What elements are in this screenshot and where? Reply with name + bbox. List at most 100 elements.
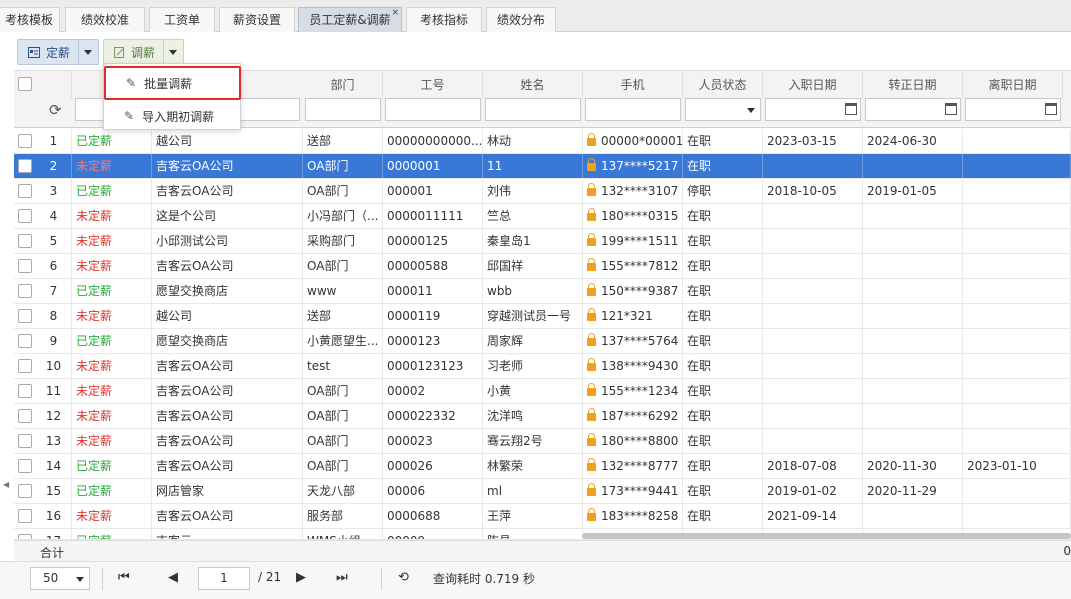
calendar-icon[interactable] [845,103,857,115]
tab-performance-distribution[interactable]: 绩效分布 [486,7,556,32]
empno-cell: 0000011111 [383,204,483,228]
table-row[interactable]: 15 已定薪 网店管家 天龙八部 00006 ml 173****9441 在职 2019-01… [14,479,1071,504]
row-checkbox[interactable] [18,409,32,423]
table-row[interactable]: 2 未定薪 吉客云OA公司 OA部门 0000001 11 137****5217 在职 [14,154,1071,179]
tab-salary-adjust[interactable]: 员工定薪&调薪 × [298,7,402,32]
filter-leave-date[interactable] [965,98,1061,121]
row-checkbox[interactable] [18,234,32,248]
row-checkbox[interactable] [18,334,32,348]
table-row[interactable]: 1 已定薪 越公司 送部 00000000000... 林动 00000*00001 在职 20… [14,129,1071,154]
table-row[interactable]: 3 已定薪 吉客云OA公司 OA部门 000001 刘伟 132****3107 停职 2018… [14,179,1071,204]
table-row[interactable]: 8 未定薪 越公司 送部 0000119 穿越测试员一号 121*321 在职 [14,304,1071,329]
row-index-cell: 15 [36,479,72,503]
table-row[interactable]: 6 未定薪 吉客云OA公司 OA部门 00000588 邱国祥 155****7812 在职 [14,254,1071,279]
col-leave-header[interactable]: 离职日期 [963,71,1063,99]
row-checkbox[interactable] [18,384,32,398]
set-salary-main[interactable]: 定薪 [18,40,78,64]
row-checkbox[interactable] [18,259,32,273]
table-row[interactable]: 13 未定薪 吉客云OA公司 OA部门 000023 骞云翔2号 180****8800 在职 [14,429,1071,454]
calendar-icon[interactable] [945,103,957,115]
horizontal-scrollbar[interactable] [582,533,1071,539]
table-row[interactable]: 11 未定薪 吉客云OA公司 OA部门 00002 小黄 155****1234 在职 [14,379,1071,404]
row-checkbox[interactable] [18,209,32,223]
collapse-handle-icon[interactable]: ◀ [3,480,9,489]
page-number-input[interactable]: 1 [198,567,250,590]
col-empno-header[interactable]: 工号 [383,71,483,99]
company-cell: 吉客云OA公司 [152,379,303,403]
filter-dept-input[interactable] [305,98,381,121]
batch-adjust-menu-item[interactable]: ✎ 批量调薪 [104,66,241,100]
adjust-salary-main[interactable]: 调薪 [104,40,163,64]
tab-assessment-indicators[interactable]: 考核指标 [406,7,482,32]
row-checkbox[interactable] [18,459,32,473]
hire-date-cell: 2018-07-08 [763,454,863,478]
filter-empno-input[interactable] [385,98,481,121]
hire-date-cell [763,354,863,378]
tab-performance-calibration[interactable]: 绩效校准 [65,7,145,32]
set-salary-dropdown[interactable] [78,40,96,64]
row-checkbox[interactable] [18,184,32,198]
tab-salary-settings[interactable]: 薪资设置 [219,7,295,32]
last-page-icon[interactable]: ⏭ [336,570,348,585]
set-salary-button[interactable]: 定薪 [17,39,99,65]
table-row[interactable]: 9 已定薪 愿望交换商店 小黄愿望生... 0000123 周家辉 137****5764 在… [14,329,1071,354]
row-checkbox[interactable] [18,309,32,323]
row-checkbox[interactable] [18,159,32,173]
tab-payslip[interactable]: 工资单 [149,7,215,32]
tab-assessment-template[interactable]: 考核模板 [0,7,60,32]
phone-value: 138****9430 [601,359,679,373]
row-checkbox[interactable] [18,359,32,373]
table-row[interactable]: 7 已定薪 愿望交换商店 www 000011 wbb 150****9387 在职 [14,279,1071,304]
salary-status-cell: 未定薪 [72,379,152,403]
table-row[interactable]: 14 已定薪 吉客云OA公司 OA部门 000026 林繁荣 132****8777 在职 20… [14,454,1071,479]
hire-date-cell [763,379,863,403]
empno-cell: 000011 [383,279,483,303]
company-cell: 网店管家 [152,479,303,503]
col-name-header[interactable]: 姓名 [483,71,583,99]
adjust-salary-dropdown[interactable] [163,40,181,64]
divider [381,568,382,590]
lock-icon [587,333,596,346]
refresh-icon[interactable]: ⟳ [49,101,62,119]
row-index-cell: 7 [36,279,72,303]
row-checkbox[interactable] [18,434,32,448]
filter-regular-date[interactable] [865,98,961,121]
next-page-icon[interactable]: ▶ [296,570,306,585]
col-phone-header[interactable]: 手机 [583,71,683,99]
name-cell: 竺总 [483,204,583,228]
query-time: 查询耗时 0.719 秒 [433,572,535,586]
leave-date-cell [963,304,1071,328]
col-status-header[interactable]: 人员状态 [683,71,763,99]
row-checkbox[interactable] [18,284,32,298]
lock-icon [587,183,596,196]
table-row[interactable]: 5 未定薪 小邱测试公司 采购部门 00000125 秦皇岛1 199****1511 在职 [14,229,1071,254]
prev-page-icon[interactable]: ◀ [168,570,178,585]
col-dept-header[interactable]: 部门 [303,71,383,99]
reload-icon[interactable]: ⟲ [398,570,409,585]
col-hire-header[interactable]: 入职日期 [763,71,863,99]
table-row[interactable]: 10 未定薪 吉客云OA公司 test 0000123123 习老师 138****9430… [14,354,1071,379]
empno-cell: 0000123 [383,329,483,353]
first-page-icon[interactable]: ⏮ [118,570,130,585]
dept-cell: OA部门 [303,429,383,453]
page-size-select[interactable]: 50 [30,567,90,590]
filter-status-select[interactable] [685,98,761,121]
phone-value: 187****6292 [601,409,679,423]
name-cell: 沈洋鸣 [483,404,583,428]
adjust-salary-button[interactable]: 调薪 [103,39,184,65]
regular-date-cell [863,204,963,228]
close-icon[interactable]: × [391,1,399,25]
table-row[interactable]: 12 未定薪 吉客云OA公司 OA部门 000022332 沈洋鸣 187****6292 在… [14,404,1071,429]
calendar-icon[interactable] [1045,103,1057,115]
filter-hire-date[interactable] [765,98,861,121]
row-checkbox[interactable] [18,484,32,498]
filter-phone-input[interactable] [585,98,681,121]
filter-name-input[interactable] [485,98,581,121]
row-checkbox[interactable] [18,509,32,523]
table-row[interactable]: 16 未定薪 吉客云OA公司 服务部 0000688 王萍 183****8258 在职 202… [14,504,1071,529]
select-all-checkbox[interactable] [18,77,32,91]
table-row[interactable]: 4 未定薪 这是个公司 小冯部门（... 0000011111 竺总 180****0315… [14,204,1071,229]
row-checkbox[interactable] [18,134,32,148]
col-regular-header[interactable]: 转正日期 [863,71,963,99]
import-initial-adjust-menu-item[interactable]: ✎ 导入期初调薪 [104,102,241,130]
